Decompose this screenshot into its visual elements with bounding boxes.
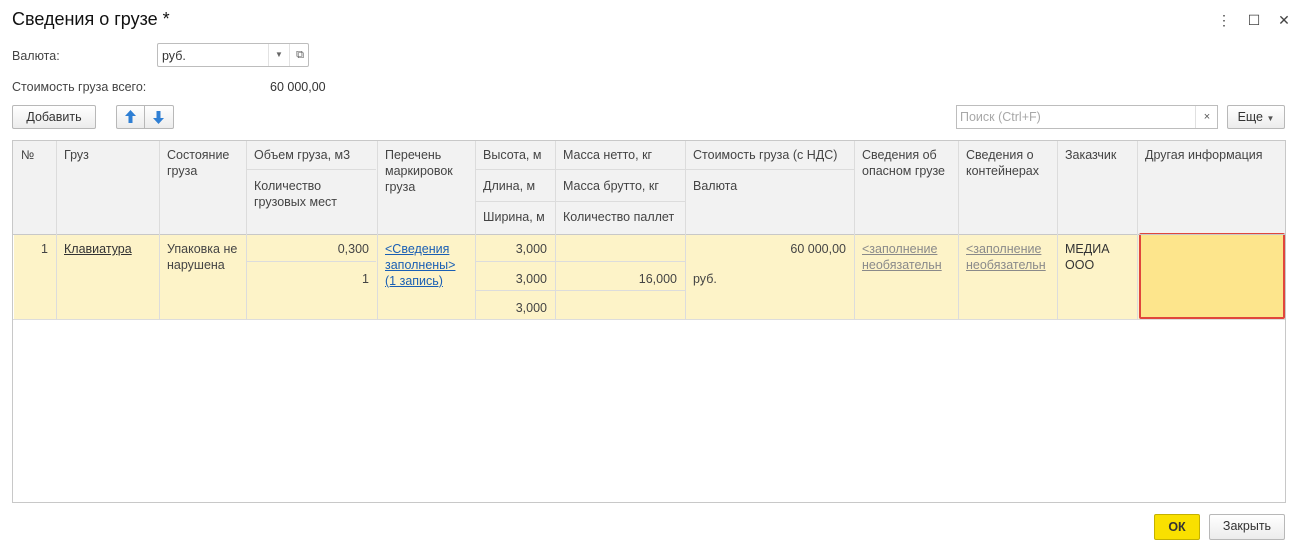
cell-volume[interactable]: 0,300 xyxy=(246,237,377,257)
cell-num: 1 xyxy=(41,242,48,256)
more-button-label: Еще xyxy=(1237,110,1264,124)
header-height[interactable]: Высота, м xyxy=(475,143,555,163)
hazard-link[interactable]: <заполнение необязательн xyxy=(862,242,942,272)
containers-link[interactable]: <заполнение необязательн xyxy=(966,242,1046,272)
header-markings[interactable]: Перечень маркировок груза xyxy=(377,143,475,195)
window-title: Сведения о грузе * xyxy=(12,9,170,29)
header-pallets[interactable]: Количество паллет xyxy=(555,205,685,225)
ok-button[interactable]: ОК xyxy=(1154,514,1200,540)
cell-state[interactable]: Упаковка не нарушена xyxy=(159,237,246,273)
header-state[interactable]: Состояние груза xyxy=(159,143,246,179)
header-currency[interactable]: Валюта xyxy=(685,174,854,194)
cell-cost[interactable]: 60 000,00 xyxy=(685,237,854,257)
search-field[interactable]: × xyxy=(956,105,1218,129)
header-cargo[interactable]: Груз xyxy=(56,143,159,163)
header-num[interactable]: № xyxy=(13,143,56,163)
cell-hazard[interactable]: <заполнение необязательн xyxy=(854,237,958,273)
cell-currency[interactable]: руб. xyxy=(685,267,854,287)
cell-customer[interactable]: МЕДИА ООО xyxy=(1057,237,1137,273)
cell-containers[interactable]: <заполнение необязательн xyxy=(958,237,1057,273)
header-customer[interactable]: Заказчик xyxy=(1057,143,1137,163)
header-length[interactable]: Длина, м xyxy=(475,174,555,194)
cell-net-mass[interactable] xyxy=(555,237,685,241)
cell-places[interactable]: 1 xyxy=(246,267,377,287)
cell-markings[interactable]: <Сведения заполнены> (1 запись) xyxy=(377,237,475,289)
search-input[interactable] xyxy=(958,107,1196,127)
move-down-button[interactable] xyxy=(145,105,174,129)
open-form-icon[interactable]: ⧉ xyxy=(289,44,310,66)
markings-link[interactable]: <Сведения заполнены> (1 запись) xyxy=(385,242,455,288)
header-width[interactable]: Ширина, м xyxy=(475,205,555,225)
header-cost[interactable]: Стоимость груза (с НДС) xyxy=(685,143,854,163)
total-cost-label: Стоимость груза всего: xyxy=(12,80,147,94)
cargo-table[interactable]: № Груз Состояние груза Объем груза, м3 К… xyxy=(12,140,1286,503)
maximize-icon[interactable]: ☐ xyxy=(1244,10,1264,30)
move-up-button[interactable] xyxy=(116,105,145,129)
arrow-up-icon xyxy=(125,110,136,123)
clear-search-icon[interactable]: × xyxy=(1195,106,1218,128)
chevron-down-icon[interactable]: ▼ xyxy=(268,44,289,66)
header-containers[interactable]: Сведения о контейнерах xyxy=(958,143,1057,179)
header-gross-mass[interactable]: Масса брутто, кг xyxy=(555,174,685,194)
cell-width[interactable]: 3,000 xyxy=(475,296,555,316)
header-net-mass[interactable]: Масса нетто, кг xyxy=(555,143,685,163)
add-button[interactable]: Добавить xyxy=(12,105,96,129)
currency-label: Валюта: xyxy=(12,49,60,63)
header-places[interactable]: Количество грузовых мест xyxy=(246,174,377,210)
more-button[interactable]: Еще ▼ xyxy=(1227,105,1285,129)
currency-select[interactable]: руб. ▼ ⧉ xyxy=(157,43,309,67)
close-button[interactable]: Закрыть xyxy=(1209,514,1285,540)
header-other[interactable]: Другая информация xyxy=(1137,143,1285,163)
cell-length[interactable]: 3,000 xyxy=(475,267,555,287)
currency-value[interactable]: руб. xyxy=(162,49,186,63)
arrow-down-icon xyxy=(153,111,164,124)
cell-height[interactable]: 3,000 xyxy=(475,237,555,257)
header-hazard[interactable]: Сведения об опасном грузе xyxy=(854,143,958,179)
cell-cargo[interactable]: Клавиатура xyxy=(56,237,159,257)
total-cost-value: 60 000,00 xyxy=(270,80,326,94)
cell-gross-mass[interactable]: 16,000 xyxy=(555,267,685,287)
selected-cell-other-info[interactable] xyxy=(1139,233,1285,319)
chevron-down-icon: ▼ xyxy=(1266,114,1275,123)
more-menu-icon[interactable]: ⋮ xyxy=(1214,10,1234,30)
cargo-link[interactable]: Клавиатура xyxy=(64,242,132,256)
cell-pallets[interactable] xyxy=(555,296,685,300)
header-volume[interactable]: Объем груза, м3 xyxy=(246,143,377,163)
close-window-icon[interactable]: ✕ xyxy=(1274,10,1294,30)
